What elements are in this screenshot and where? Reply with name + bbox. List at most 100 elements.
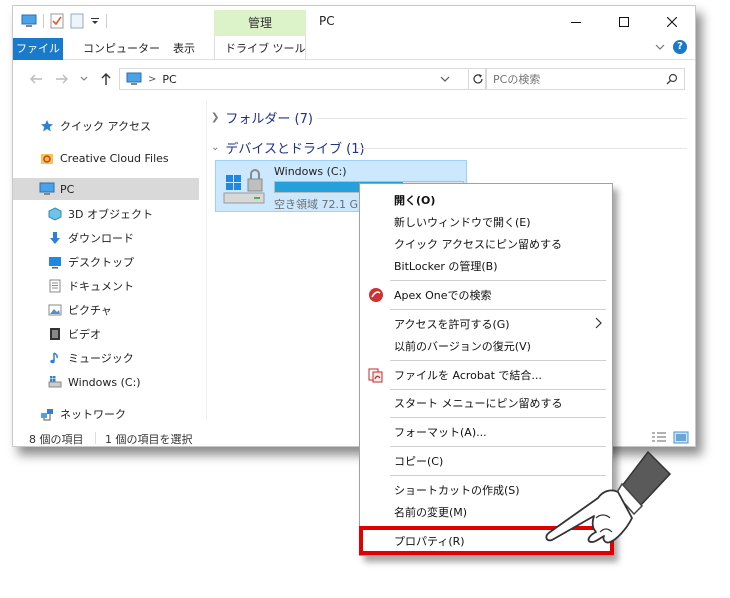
breadcrumb-pc[interactable]: PC bbox=[162, 73, 176, 86]
tab-view[interactable]: 表示 bbox=[173, 38, 195, 60]
back-arrow-icon bbox=[30, 74, 42, 84]
help-button[interactable]: ? bbox=[673, 40, 687, 54]
search-icon[interactable] bbox=[666, 73, 678, 85]
chevron-right-icon: ❯ bbox=[211, 112, 220, 123]
drive-free-space: 空き領域 72.1 GB bbox=[274, 198, 366, 211]
group-title: デバイスとドライブ (1) bbox=[225, 142, 365, 157]
menu-item-pin-quick-access[interactable]: クイック アクセスにピン留めする bbox=[360, 233, 612, 255]
forward-arrow-icon bbox=[56, 74, 68, 84]
nav-item-videos[interactable]: ビデオ bbox=[13, 323, 199, 345]
ribbon-controls: ? bbox=[655, 40, 687, 54]
nav-item-downloads[interactable]: ダウンロード bbox=[13, 227, 199, 249]
pointing-hand-icon bbox=[545, 450, 672, 544]
menu-item-pin-start[interactable]: スタート メニューにピン留めする bbox=[360, 392, 612, 414]
group-header-devices[interactable]: ⌄ デバイスとドライブ (1) bbox=[211, 138, 365, 157]
computer-icon bbox=[126, 72, 142, 85]
window-title: PC bbox=[319, 14, 335, 28]
search-box[interactable] bbox=[485, 68, 685, 90]
address-bar-row: > PC bbox=[13, 66, 695, 92]
menu-separator bbox=[390, 417, 606, 418]
menu-item-bitlocker[interactable]: BitLocker の管理(B) bbox=[360, 255, 612, 277]
video-icon bbox=[47, 326, 63, 342]
computer-icon bbox=[39, 181, 55, 197]
minimize-button[interactable] bbox=[553, 10, 599, 34]
close-icon bbox=[667, 17, 677, 27]
creative-cloud-icon bbox=[39, 150, 55, 166]
windows-drive-icon bbox=[223, 169, 265, 204]
address-field[interactable]: > PC bbox=[119, 68, 469, 90]
minimize-icon bbox=[571, 22, 581, 23]
submenu-arrow-icon bbox=[595, 317, 602, 329]
menu-item-open-new-window[interactable]: 新しいウィンドウで開く(E) bbox=[360, 211, 612, 233]
breadcrumb-separator[interactable]: > bbox=[148, 74, 156, 85]
nav-item-label: Creative Cloud Files bbox=[60, 151, 169, 165]
picture-icon bbox=[47, 302, 63, 318]
nav-item-label: ダウンロード bbox=[68, 232, 134, 245]
drive-name: Windows (C:) bbox=[274, 165, 347, 178]
properties-icon[interactable] bbox=[50, 13, 64, 29]
music-icon bbox=[47, 350, 63, 366]
nav-item-windows-c[interactable]: Windows (C:) bbox=[13, 371, 199, 393]
nav-item-pc[interactable]: PC bbox=[13, 178, 199, 200]
menu-item-apex-one[interactable]: Apex Oneでの検索 bbox=[360, 284, 612, 306]
nav-item-quick-access[interactable]: クイック アクセス bbox=[13, 115, 199, 137]
menu-separator bbox=[390, 280, 606, 281]
details-view-icon[interactable] bbox=[651, 431, 667, 445]
address-dropdown-icon[interactable] bbox=[440, 73, 450, 85]
refresh-icon bbox=[472, 74, 483, 84]
tab-manage[interactable]: 管理 bbox=[214, 10, 306, 36]
nav-item-network[interactable]: ネットワーク bbox=[13, 403, 199, 425]
menu-separator bbox=[390, 309, 606, 310]
navigation-pane: クイック アクセス Creative Cloud Files PC 3D オブジ… bbox=[13, 100, 203, 430]
forward-button[interactable] bbox=[53, 70, 71, 88]
nav-item-music[interactable]: ミュージック bbox=[13, 347, 199, 369]
nav-item-label: ビデオ bbox=[68, 328, 101, 341]
nav-item-desktop[interactable]: デスクトップ bbox=[13, 251, 199, 273]
document-icon bbox=[47, 278, 63, 294]
maximize-button[interactable] bbox=[601, 10, 647, 34]
large-icons-view-icon[interactable] bbox=[673, 431, 689, 445]
back-button[interactable] bbox=[27, 70, 45, 88]
title-bar: 管理 PC bbox=[13, 6, 695, 36]
up-button[interactable] bbox=[97, 70, 115, 88]
computer-icon[interactable] bbox=[21, 14, 37, 28]
nav-item-pictures[interactable]: ピクチャ bbox=[13, 299, 199, 321]
nav-item-documents[interactable]: ドキュメント bbox=[13, 275, 199, 297]
acrobat-combine-icon bbox=[368, 368, 383, 383]
menu-item-label: ファイルを Acrobat で結合... bbox=[394, 369, 542, 382]
menu-item-open[interactable]: 開く(O) bbox=[360, 189, 612, 211]
quick-access-toolbar bbox=[21, 13, 107, 29]
ribbon: ファイル コンピューター 表示 ドライブ ツール ? bbox=[13, 36, 695, 60]
group-title: フォルダー (7) bbox=[225, 112, 313, 127]
tab-computer[interactable]: コンピューター bbox=[83, 38, 160, 60]
menu-item-format[interactable]: フォーマット(A)... bbox=[360, 421, 612, 443]
nav-item-creative-cloud[interactable]: Creative Cloud Files bbox=[13, 147, 199, 169]
group-divider bbox=[357, 148, 687, 149]
nav-item-label: ミュージック bbox=[68, 352, 134, 365]
group-header-folders[interactable]: ❯ フォルダー (7) bbox=[211, 108, 313, 127]
menu-item-give-access[interactable]: アクセスを許可する(G) bbox=[360, 313, 612, 335]
nav-item-label: クイック アクセス bbox=[60, 120, 151, 133]
menu-item-acrobat[interactable]: ファイルを Acrobat で結合... bbox=[360, 364, 612, 386]
new-folder-icon[interactable] bbox=[70, 13, 84, 29]
chevron-down-icon: ⌄ bbox=[211, 142, 220, 153]
nav-item-label: PC bbox=[60, 182, 75, 196]
menu-item-label: アクセスを許可する(G) bbox=[394, 318, 510, 331]
search-input[interactable] bbox=[486, 69, 661, 89]
tab-file[interactable]: ファイル bbox=[13, 38, 63, 60]
nav-item-3d-objects[interactable]: 3D オブジェクト bbox=[13, 203, 199, 225]
drive-icon bbox=[47, 374, 63, 390]
expand-ribbon-icon[interactable] bbox=[655, 43, 665, 51]
nav-item-label: ドキュメント bbox=[68, 280, 134, 293]
nav-item-label: ネットワーク bbox=[60, 408, 126, 421]
nav-item-label: デスクトップ bbox=[68, 256, 134, 269]
customize-toolbar-icon[interactable] bbox=[90, 16, 100, 26]
apex-one-icon bbox=[369, 288, 383, 302]
network-icon bbox=[39, 406, 55, 422]
recent-locations-button[interactable] bbox=[75, 70, 93, 88]
up-arrow-icon bbox=[101, 73, 111, 85]
menu-item-restore-versions[interactable]: 以前のバージョンの復元(V) bbox=[360, 335, 612, 357]
menu-item-label: Apex Oneでの検索 bbox=[394, 289, 492, 302]
tab-drive-tools[interactable]: ドライブ ツール bbox=[225, 38, 306, 60]
close-button[interactable] bbox=[649, 10, 695, 34]
